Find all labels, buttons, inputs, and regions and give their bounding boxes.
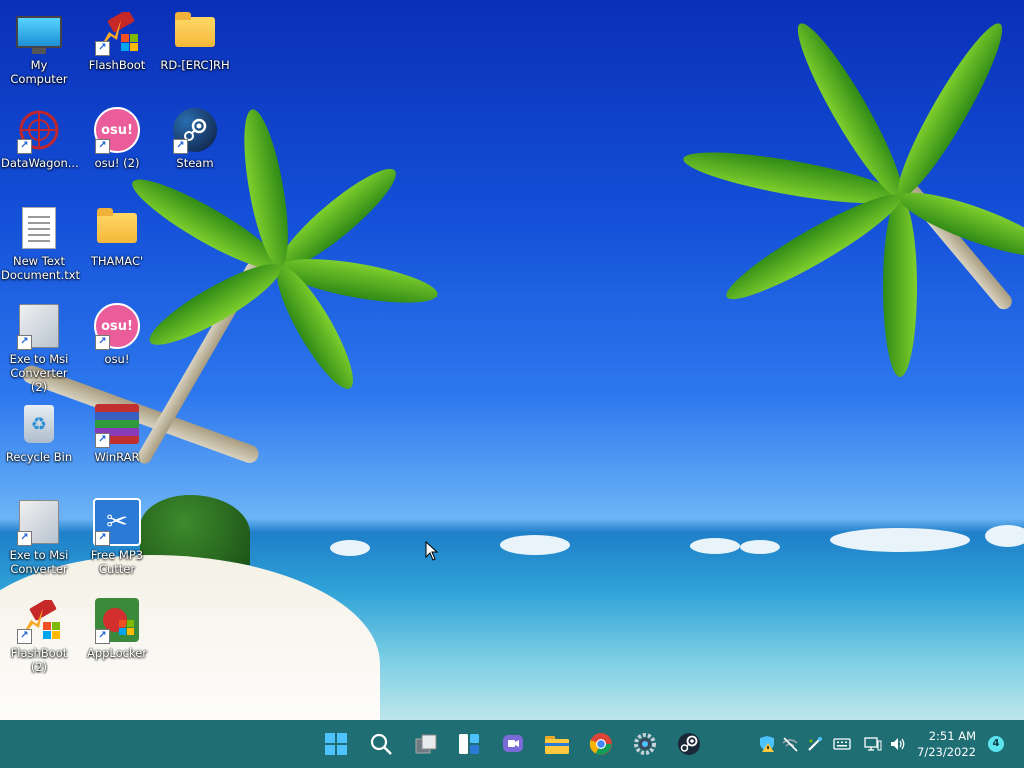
shortcut-arrow-icon: ↗ (173, 139, 188, 154)
settings-icon (634, 733, 656, 755)
shortcut-arrow-icon: ↗ (17, 335, 32, 350)
shortcut-arrow-icon: ↗ (17, 629, 32, 644)
search-icon (370, 733, 392, 755)
widgets-icon (459, 734, 479, 754)
tray-keyboard[interactable] (832, 734, 852, 754)
tray-network[interactable] (780, 734, 800, 754)
keyboard-icon (833, 738, 851, 750)
clock-date: 7/23/2022 (917, 745, 976, 759)
desktop-icon-steam[interactable]: ↗ Steam (157, 106, 233, 170)
chat-button[interactable] (499, 730, 527, 758)
tray-display[interactable] (863, 734, 883, 754)
desktop-icon-thamac-folder[interactable]: THAMAC' (79, 204, 155, 268)
text-document-icon (22, 207, 56, 249)
shortcut-arrow-icon: ↗ (17, 531, 32, 546)
taskbar: 2:51 AM 7/23/2022 4 (0, 720, 1024, 768)
clock-time: 2:51 AM (928, 729, 976, 743)
desktop-icon-recycle-bin[interactable]: ♻ Recycle Bin (1, 400, 77, 464)
widgets-button[interactable] (455, 730, 483, 758)
shortcut-arrow-icon: ↗ (95, 41, 110, 56)
tray-pen[interactable] (805, 734, 825, 754)
desktop-icon-new-text-document[interactable]: New Text Document.txt (1, 204, 80, 282)
chrome-icon (589, 733, 612, 755)
chat-icon (503, 735, 523, 752)
shortcut-arrow-icon: ↗ (95, 139, 110, 154)
steam-icon (678, 733, 700, 755)
folder-icon (97, 208, 137, 243)
settings-button[interactable] (631, 730, 659, 758)
display-icon (864, 737, 882, 751)
tray-defender-warning[interactable] (757, 734, 777, 754)
desktop-icon-flashboot-2[interactable]: ↗ FlashBoot (2) (1, 596, 77, 674)
file-explorer-icon (545, 736, 569, 754)
monitor-icon (16, 16, 62, 54)
shortcut-arrow-icon: ↗ (17, 139, 32, 154)
task-view-icon (415, 734, 437, 754)
desktop-icon-free-mp3-cutter[interactable]: ✂ ↗ Free MP3 Cutter (79, 498, 155, 576)
shortcut-arrow-icon: ↗ (95, 629, 110, 644)
folder-icon (175, 12, 215, 47)
notification-badge[interactable]: 4 (988, 736, 1004, 752)
pen-icon (808, 737, 822, 751)
shortcut-arrow-icon: ↗ (95, 531, 110, 546)
desktop-icon-exe-to-msi-converter[interactable]: ↗ Exe to Msi Converter (1, 498, 77, 576)
shortcut-arrow-icon: ↗ (95, 335, 110, 350)
desktop-icon-exe-to-msi-converter-2[interactable]: ↗ Exe to Msi Converter (2) (1, 302, 77, 394)
defender-warning-icon (760, 736, 774, 752)
desktop-icon-osu-2[interactable]: osu! ↗ osu! (2) (79, 106, 155, 170)
start-button[interactable] (322, 730, 350, 758)
search-button[interactable] (367, 730, 395, 758)
task-view-button[interactable] (412, 730, 440, 758)
desktop-icon-flashboot[interactable]: ↗ FlashBoot (79, 8, 155, 72)
desktop-icon-rd-folder[interactable]: RD-[ERC]RH (157, 8, 233, 72)
desktop-wallpaper[interactable]: My Computer ↗ FlashBoot RD-[ERC]RH ↗ Dat… (0, 0, 1024, 720)
network-off-icon (782, 737, 798, 752)
desktop-icon-osu[interactable]: osu! ↗ osu! (79, 302, 155, 366)
desktop-icon-winrar[interactable]: ↗ WinRAR (79, 400, 155, 464)
taskbar-clock[interactable]: 2:51 AM 7/23/2022 (896, 728, 976, 760)
mouse-cursor-icon (425, 541, 439, 561)
steam-taskbar-button[interactable] (675, 730, 703, 758)
chrome-button[interactable] (587, 730, 615, 758)
recycle-bin-icon: ♻ (24, 405, 54, 443)
start-icon (325, 733, 347, 755)
desktop-icon-datawagon[interactable]: ↗ DataWagon... (1, 106, 79, 170)
desktop-icon-applocker[interactable]: ↗ AppLocker (79, 596, 155, 660)
desktop-icon-my-computer[interactable]: My Computer (1, 8, 77, 86)
file-explorer-button[interactable] (543, 730, 571, 758)
shortcut-arrow-icon: ↗ (95, 433, 110, 448)
